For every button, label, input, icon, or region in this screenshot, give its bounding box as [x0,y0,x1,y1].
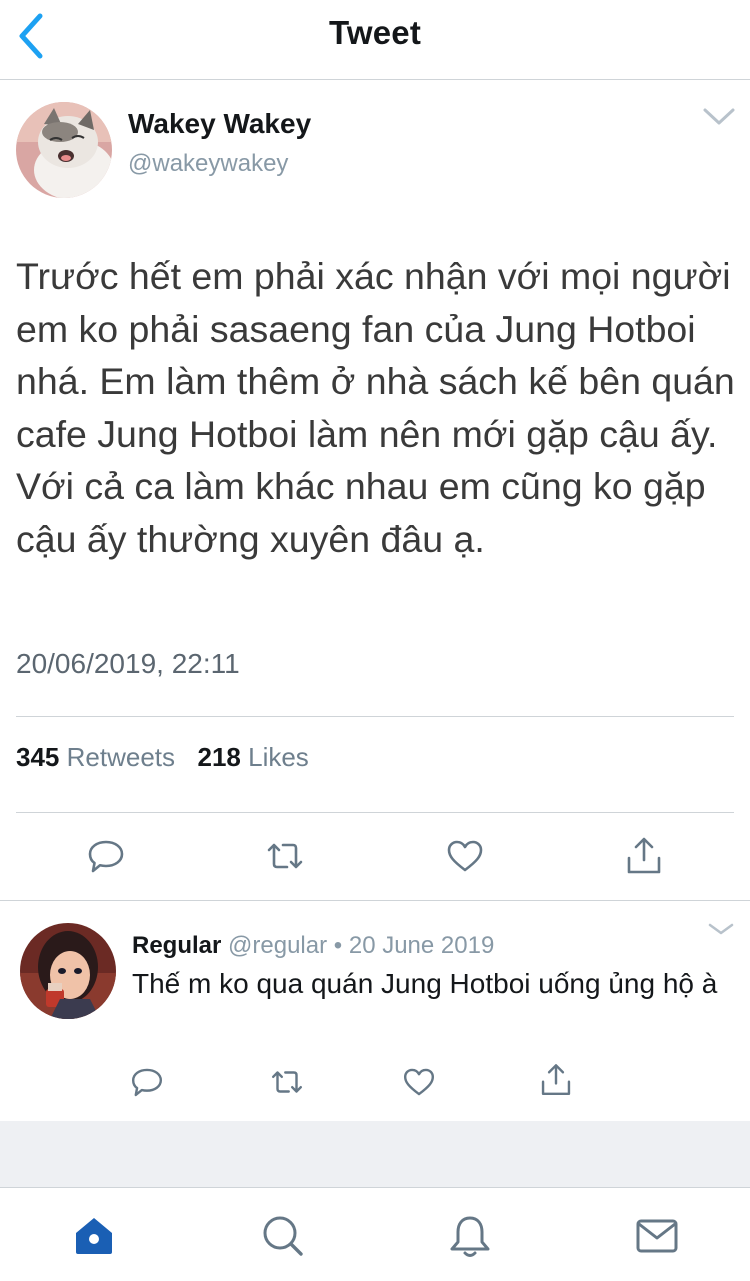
retweets-label: Retweets [66,742,176,772]
tweet-stats: 345 Retweets 218 Likes [16,742,309,773]
tweet-timestamp: 20/06/2019, 22:11 [16,648,240,679]
author-name[interactable]: Wakey Wakey [128,108,311,140]
chevron-down-icon[interactable] [702,106,736,128]
avatar[interactable] [16,102,112,198]
retweets-count: 345 [16,742,60,772]
divider [0,900,750,901]
divider [16,716,734,717]
home-icon[interactable] [70,1212,118,1260]
like-icon[interactable] [443,834,487,878]
retweet-icon[interactable] [263,834,307,878]
likes-stat[interactable]: 218 Likes [197,742,308,772]
retweet-icon[interactable] [268,1063,306,1101]
chevron-down-icon[interactable] [706,920,736,938]
likes-label: Likes [248,742,309,772]
timeline-spacer [0,1121,750,1187]
likes-count: 218 [197,742,241,772]
reply-header: Regular @regular • 20 June 2019 [132,932,494,960]
divider [16,812,734,813]
retweets-stat[interactable]: 345 Retweets [16,742,182,772]
reply-meta: @regular • 20 June 2019 [228,932,495,959]
reply-text: Thế m ko qua quán Jung Hotboi uống ủng h… [132,968,718,999]
share-icon[interactable] [537,1061,575,1099]
author-handle[interactable]: @wakeywakey [128,150,288,178]
messages-icon[interactable] [633,1212,681,1260]
share-icon[interactable] [622,834,666,878]
like-icon[interactable] [400,1063,438,1101]
avatar[interactable] [20,923,116,1019]
reply-author-name[interactable]: Regular [132,932,221,959]
notifications-icon[interactable] [446,1212,494,1260]
search-icon[interactable] [258,1212,306,1260]
page-title: Tweet [328,14,422,51]
reply-icon[interactable] [128,1063,166,1101]
tweet-text: Trước hết em phải xác nhận với mọi người… [16,255,735,560]
reply-icon[interactable] [84,834,128,878]
